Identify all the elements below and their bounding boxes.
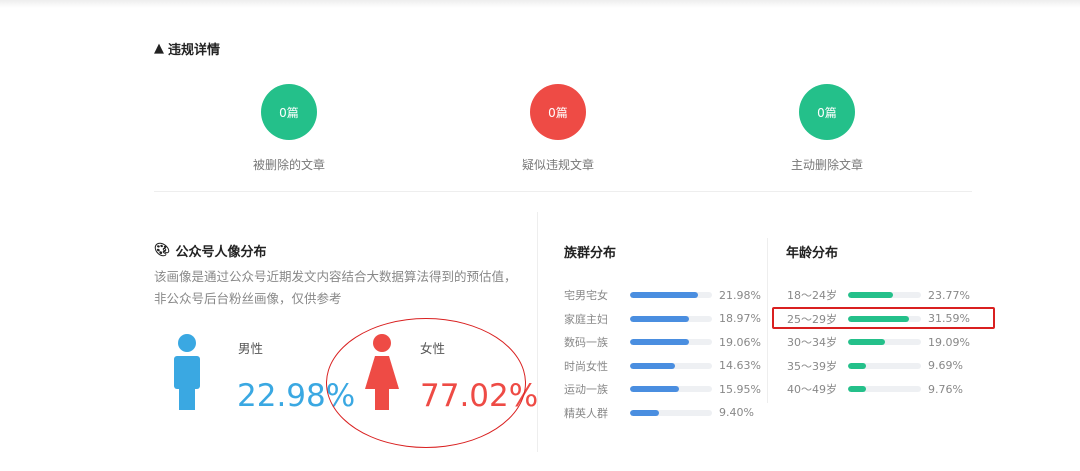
red-annotation-box bbox=[772, 307, 995, 329]
divider bbox=[537, 212, 538, 452]
warning-icon: ▲ bbox=[154, 41, 164, 56]
row-label: 18～24岁 bbox=[787, 289, 837, 302]
progress-track bbox=[630, 409, 712, 416]
groups-row: 时尚女性 14.63% bbox=[564, 359, 761, 373]
row-label: 40～49岁 bbox=[787, 383, 837, 396]
violations-header: ▲ 违规详情 bbox=[154, 39, 220, 58]
progress-track bbox=[630, 362, 712, 369]
portrait-header: 🎨︎ 公众号人像分布 bbox=[154, 241, 267, 260]
ages-row: 40～49岁 9.76% bbox=[787, 382, 963, 397]
groups-row: 宅男宅女 21.98% bbox=[564, 288, 761, 303]
divider bbox=[154, 191, 972, 192]
groups-row: 运动一族 15.95% bbox=[564, 382, 761, 397]
row-value: 19.06% bbox=[719, 335, 761, 349]
progress-fill bbox=[848, 339, 885, 345]
ages-row: 35～39岁 9.69% bbox=[787, 359, 963, 373]
palette-icon: 🎨︎ bbox=[154, 243, 171, 258]
divider bbox=[767, 238, 768, 403]
progress-fill bbox=[848, 362, 867, 369]
row-value: 9.69% bbox=[928, 359, 963, 372]
suspected-label: 疑似违规文章 bbox=[521, 158, 594, 172]
row-label: 宅男宅女 bbox=[564, 289, 608, 302]
row-label: 数码一族 bbox=[564, 336, 608, 349]
top-shadow bbox=[0, 0, 1080, 8]
deleted-count-badge[interactable]: 0篇 bbox=[261, 84, 317, 140]
self-deleted-count-badge[interactable]: 0篇 bbox=[799, 84, 855, 140]
red-annotation-ellipse bbox=[326, 318, 526, 448]
male-label: 男性 bbox=[238, 341, 264, 356]
male-icon bbox=[174, 334, 200, 410]
progress-fill bbox=[630, 292, 699, 298]
row-value: 21.98% bbox=[719, 288, 761, 302]
violations-title: 违规详情 bbox=[168, 43, 221, 58]
progress-fill bbox=[630, 339, 690, 345]
progress-fill bbox=[630, 315, 690, 322]
deleted-label: 被删除的文章 bbox=[252, 158, 325, 172]
progress-fill bbox=[630, 386, 680, 392]
ages-title: 年龄分布 bbox=[786, 246, 839, 261]
row-value: 9.76% bbox=[928, 382, 963, 396]
row-value: 23.77% bbox=[928, 288, 970, 302]
row-value: 14.63% bbox=[719, 359, 761, 372]
groups-title: 族群分布 bbox=[564, 246, 617, 261]
progress-track bbox=[848, 339, 921, 345]
progress-track bbox=[630, 315, 712, 322]
progress-fill bbox=[630, 362, 676, 369]
progress-fill bbox=[630, 409, 659, 416]
groups-row: 精英人群 9.40% bbox=[564, 406, 754, 420]
row-value: 15.95% bbox=[719, 382, 761, 396]
portrait-description: 该画像是通过公众号近期发文内容结合大数据算法得到的预估值，非公众号后台粉丝画像，… bbox=[154, 269, 517, 306]
progress-track bbox=[848, 386, 921, 392]
groups-row: 数码一族 19.06% bbox=[564, 335, 761, 350]
row-label: 运动一族 bbox=[564, 383, 608, 396]
ages-row: 18～24岁 23.77% bbox=[787, 288, 970, 303]
self-deleted-label: 主动删除文章 bbox=[790, 158, 863, 172]
row-label: 30～34岁 bbox=[787, 336, 837, 349]
row-value: 18.97% bbox=[719, 312, 761, 325]
row-label: 家庭主妇 bbox=[564, 312, 608, 326]
row-label: 35～39岁 bbox=[787, 359, 837, 373]
ages-row: 30～34岁 19.09% bbox=[787, 335, 970, 350]
progress-track bbox=[848, 292, 921, 298]
row-label: 时尚女性 bbox=[564, 359, 608, 373]
progress-track bbox=[630, 292, 712, 298]
progress-fill bbox=[848, 292, 894, 298]
progress-track bbox=[630, 339, 712, 345]
portrait-title: 公众号人像分布 bbox=[175, 245, 267, 260]
suspected-count-badge[interactable]: 0篇 bbox=[530, 84, 586, 140]
row-value: 9.40% bbox=[719, 406, 754, 419]
progress-track bbox=[848, 362, 921, 369]
groups-row: 家庭主妇 18.97% bbox=[564, 312, 761, 326]
progress-track bbox=[630, 386, 712, 392]
row-label: 精英人群 bbox=[564, 406, 608, 420]
progress-fill bbox=[848, 386, 867, 392]
row-value: 19.09% bbox=[928, 335, 970, 349]
